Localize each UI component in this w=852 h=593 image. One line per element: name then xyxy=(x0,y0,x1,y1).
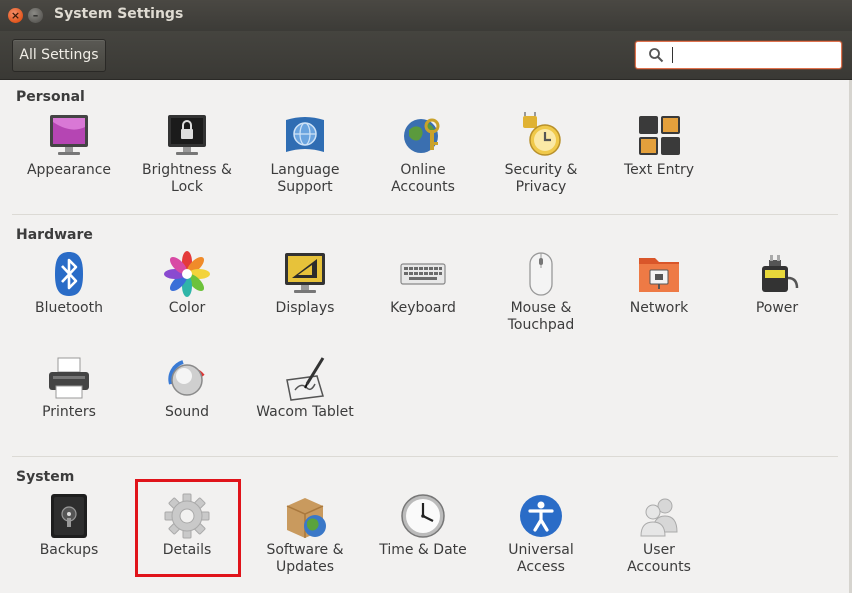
settings-item-label: Sound xyxy=(164,404,210,420)
settings-item-label: Universal Access xyxy=(508,542,574,575)
settings-item-displays[interactable]: Displays xyxy=(246,250,364,317)
power-icon xyxy=(762,255,799,292)
section-title-hardware: Hardware xyxy=(16,227,93,243)
highlight-box xyxy=(135,479,241,577)
settings-item-label: Time & Date xyxy=(379,542,467,558)
appearance-icon xyxy=(50,115,88,155)
settings-item-label: Software & Updates xyxy=(266,542,344,575)
settings-item-label: Power xyxy=(755,300,799,316)
settings-item-mouse-touchpad[interactable]: Mouse & Touchpad xyxy=(482,250,600,334)
settings-item-backups[interactable]: Backups xyxy=(10,492,128,559)
settings-item-label: User Accounts xyxy=(627,542,691,575)
settings-item-user-accounts[interactable]: User Accounts xyxy=(600,492,718,576)
settings-item-label: Displays xyxy=(275,300,335,316)
settings-item-time-date[interactable]: Time & Date xyxy=(364,492,482,559)
settings-item-label: Language Support xyxy=(270,162,340,195)
settings-item-label: Backups xyxy=(39,542,99,558)
color-icon xyxy=(164,251,210,297)
section-title-personal: Personal xyxy=(16,89,85,105)
displays-icon xyxy=(285,253,325,293)
settings-item-keyboard[interactable]: Keyboard xyxy=(364,250,482,317)
settings-item-label: Wacom Tablet xyxy=(256,404,354,420)
clock-icon xyxy=(401,494,445,538)
settings-item-universal-access[interactable]: Universal Access xyxy=(482,492,600,576)
window-titlebar: × – System Settings xyxy=(0,0,852,32)
window-title: System Settings xyxy=(54,6,184,22)
settings-item-language-support[interactable]: Language Support xyxy=(246,112,364,196)
settings-item-label: Keyboard xyxy=(390,300,456,316)
network-icon xyxy=(639,258,679,292)
settings-item-sound[interactable]: Sound xyxy=(128,354,246,421)
search-input[interactable] xyxy=(670,45,834,65)
section-divider xyxy=(12,456,838,457)
security-privacy-icon xyxy=(523,112,561,156)
toolbar: All Settings xyxy=(0,31,852,80)
settings-item-label: Text Entry xyxy=(623,162,694,178)
settings-item-color[interactable]: Color xyxy=(128,250,246,317)
settings-item-software-updates[interactable]: Software & Updates xyxy=(246,492,364,576)
backups-icon xyxy=(51,494,87,538)
settings-item-power[interactable]: Power xyxy=(718,250,836,317)
online-accounts-icon xyxy=(404,118,440,153)
settings-item-label: Bluetooth xyxy=(35,300,103,316)
settings-item-security-privacy[interactable]: Security & Privacy xyxy=(482,112,600,196)
settings-item-label: Printers xyxy=(42,404,96,420)
settings-item-label: Appearance xyxy=(26,162,112,178)
window-close-button[interactable]: × xyxy=(8,8,23,23)
settings-item-label: Security & Privacy xyxy=(504,162,578,195)
settings-item-online-accounts[interactable]: Online Accounts xyxy=(364,112,482,196)
printer-icon xyxy=(49,357,89,399)
keyboard-icon xyxy=(400,263,446,285)
section-title-system: System xyxy=(16,469,75,485)
mouse-icon xyxy=(529,252,553,296)
user-accounts-icon xyxy=(640,498,678,537)
sound-icon xyxy=(168,360,205,396)
settings-item-label: Brightness & Lock xyxy=(142,162,232,195)
settings-item-network[interactable]: Network xyxy=(600,250,718,317)
settings-item-brightness-lock[interactable]: Brightness & Lock xyxy=(128,112,246,196)
universal-access-icon xyxy=(520,495,562,537)
settings-item-text-entry[interactable]: Text Entry xyxy=(600,112,718,179)
settings-item-printers[interactable]: Printers xyxy=(10,354,128,421)
bluetooth-icon xyxy=(55,252,83,296)
brightness-lock-icon xyxy=(168,115,206,155)
settings-item-wacom-tablet[interactable]: Wacom Tablet xyxy=(246,354,364,421)
settings-item-label: Online Accounts xyxy=(391,162,455,195)
window-minimize-button[interactable]: – xyxy=(28,8,43,23)
section-divider xyxy=(12,214,838,215)
wacom-tablet-icon xyxy=(286,357,325,401)
text-caret xyxy=(672,47,673,63)
software-updates-icon xyxy=(286,498,326,538)
text-entry-icon xyxy=(639,116,680,155)
language-support-icon xyxy=(286,117,324,152)
settings-item-bluetooth[interactable]: Bluetooth xyxy=(10,250,128,317)
settings-item-appearance[interactable]: Appearance xyxy=(10,112,128,179)
search-box[interactable] xyxy=(635,41,842,69)
settings-item-label: Network xyxy=(629,300,689,316)
settings-item-label: Mouse & Touchpad xyxy=(507,300,575,333)
all-settings-button[interactable]: All Settings xyxy=(12,39,106,72)
search-icon xyxy=(649,48,664,63)
settings-item-label: Color xyxy=(168,300,206,316)
